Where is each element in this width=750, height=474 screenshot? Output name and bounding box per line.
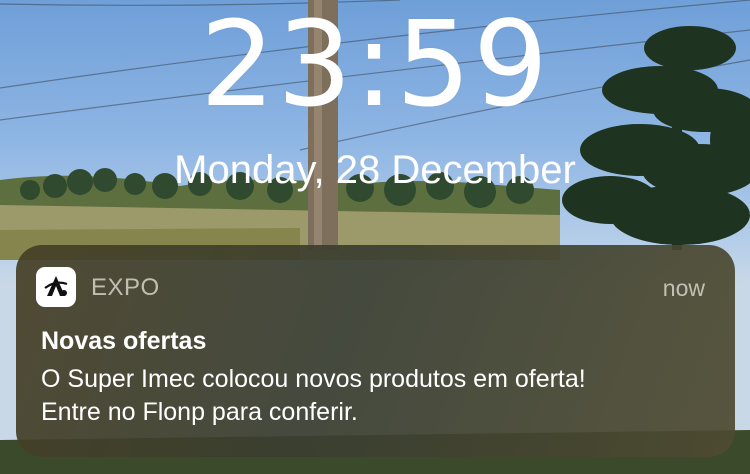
notification-card[interactable]: EXPO now Novas ofertas O Super Imec colo… bbox=[16, 245, 735, 457]
expo-app-icon bbox=[36, 267, 76, 307]
notification-body: O Super Imec colocou novos produtos em o… bbox=[41, 365, 586, 426]
lock-screen-date: Monday, 28 December bbox=[174, 148, 576, 192]
notification-title: Novas ofertas bbox=[41, 327, 207, 355]
notification-time: now bbox=[662, 275, 705, 301]
notification-app-name: EXPO bbox=[91, 274, 160, 301]
lock-screen-time: 23:59 bbox=[199, 0, 551, 133]
notification-header: EXPO now bbox=[36, 267, 705, 307]
